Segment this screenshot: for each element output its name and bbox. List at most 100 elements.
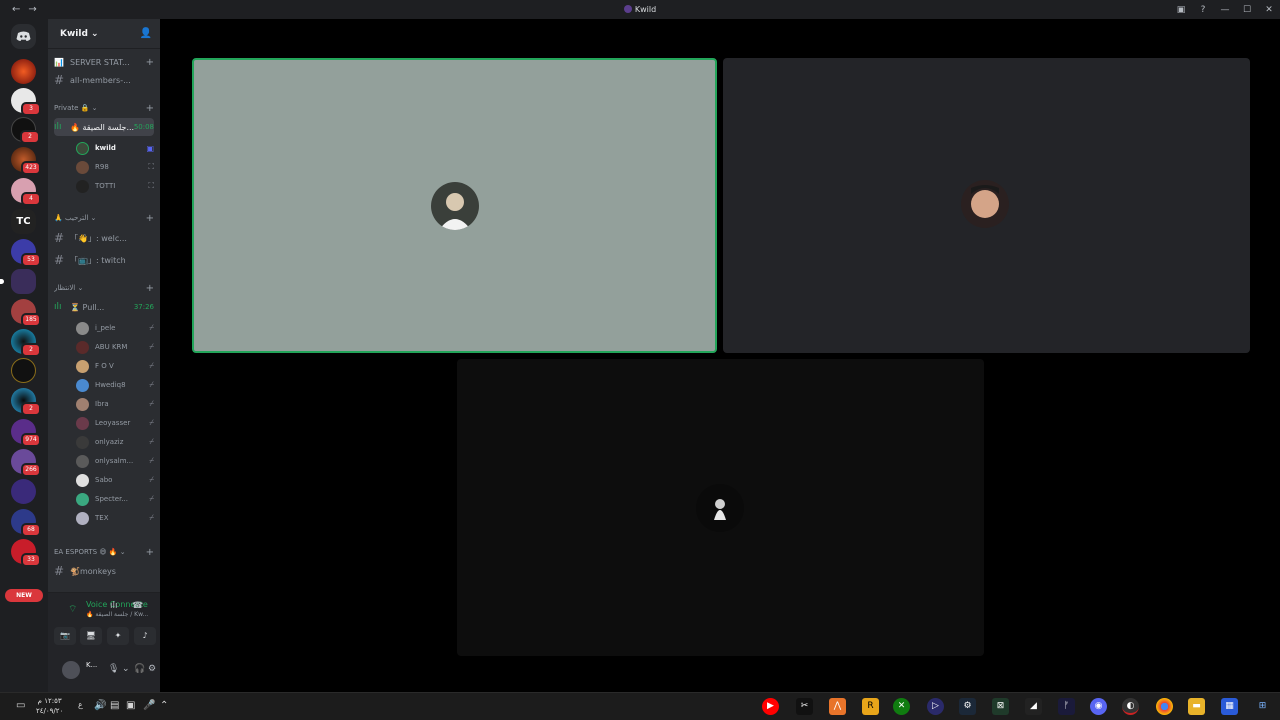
- app-icon[interactable]: ⋀: [829, 698, 846, 715]
- server-icon[interactable]: 2: [11, 388, 41, 416]
- server-icon[interactable]: 2: [11, 329, 41, 357]
- voice-member[interactable]: ABU KRM ⌿: [76, 338, 154, 356]
- server-icon[interactable]: 4: [11, 178, 41, 206]
- chevron-down-icon[interactable]: ⌄: [122, 664, 130, 674]
- signal-icon[interactable]: ⌔: [68, 603, 77, 616]
- inbox-icon[interactable]: ▣: [1170, 5, 1192, 15]
- voice-member[interactable]: Hwediq8 ⌿: [76, 376, 154, 394]
- server-icon[interactable]: 2: [11, 117, 40, 144]
- volume-icon[interactable]: 🔊: [94, 700, 106, 711]
- voice-member[interactable]: R98 ⛶: [76, 158, 154, 176]
- voice-member[interactable]: onlysalm... ⌿: [76, 452, 154, 470]
- back-icon[interactable]: ←: [12, 4, 20, 15]
- rockstar-icon[interactable]: R: [862, 698, 879, 715]
- close-button[interactable]: ✕: [1258, 5, 1280, 15]
- category-label: الانتظار ⌄: [54, 284, 84, 292]
- file-explorer-icon[interactable]: ▬: [1188, 698, 1205, 715]
- voice-channel-pull[interactable]: ılı ⏳ Pull... 37:26: [54, 298, 154, 316]
- xbox-icon[interactable]: ✕: [893, 698, 910, 715]
- server-icon[interactable]: 185: [11, 299, 41, 327]
- server-icon[interactable]: [11, 358, 36, 383]
- store-icon[interactable]: ▦: [1221, 698, 1238, 715]
- voice-member[interactable]: onlyaziz ⌿: [76, 433, 154, 451]
- maximize-button[interactable]: ☐: [1236, 5, 1258, 15]
- monkeys-channel[interactable]: # 🐒monkeys: [54, 562, 154, 580]
- capcut-icon[interactable]: ✂: [796, 698, 813, 715]
- user-name[interactable]: K...: [86, 661, 97, 669]
- app-icon[interactable]: ◢: [1025, 698, 1042, 715]
- participant-tile[interactable]: [457, 359, 984, 656]
- voice-member[interactable]: kwild ▣: [76, 139, 154, 157]
- participant-tile-speaking[interactable]: [192, 58, 717, 353]
- category-waiting[interactable]: الانتظار ⌄ +: [54, 279, 154, 297]
- activity-button[interactable]: ✦: [107, 627, 129, 645]
- xbox-app-icon[interactable]: ⊠: [992, 698, 1009, 715]
- all-members-channel[interactable]: # all-members-...: [54, 71, 154, 89]
- server-icon[interactable]: 266: [11, 449, 41, 477]
- gear-icon[interactable]: ⚙: [148, 664, 156, 674]
- avatar[interactable]: [62, 661, 80, 679]
- taskbar-clock[interactable]: ١٢:٥٣ م ٢٤/٠٩/٢٠: [36, 696, 63, 716]
- forward-icon[interactable]: →: [28, 4, 36, 15]
- discord-taskbar-icon[interactable]: ◉: [1090, 698, 1107, 715]
- chrome-icon[interactable]: [1156, 698, 1173, 715]
- server-stats-channel[interactable]: 📊 SERVER STAT... +: [54, 53, 154, 71]
- voice-channel-active[interactable]: ılı 🔥 جلسة الصيقة... 50:08: [54, 118, 154, 136]
- server-icon[interactable]: 3: [11, 88, 41, 116]
- plus-icon[interactable]: +: [146, 57, 154, 68]
- server-icon[interactable]: [11, 59, 36, 84]
- category-welcome[interactable]: 🙏 الترحيب ⌄ +: [54, 209, 154, 227]
- noise-suppression-icon[interactable]: ılı: [110, 601, 118, 611]
- participant-tile[interactable]: [723, 58, 1250, 353]
- server-icon[interactable]: 33: [11, 539, 41, 567]
- mic-icon[interactable]: 🎙: [108, 664, 119, 674]
- language-indicator[interactable]: ع: [78, 700, 83, 709]
- voice-member[interactable]: i_pele ⌿: [76, 319, 154, 337]
- voice-member[interactable]: Leoyasser ⌿: [76, 414, 154, 432]
- guild-header[interactable]: Kwild ⌄ 👤: [48, 19, 160, 49]
- server-icon[interactable]: [11, 479, 36, 504]
- server-icon[interactable]: TC: [11, 209, 36, 234]
- discord-home-icon[interactable]: [11, 24, 36, 49]
- windows-start-icon[interactable]: ⊞: [1254, 698, 1271, 715]
- plus-icon[interactable]: +: [146, 103, 154, 114]
- camera-button[interactable]: 📷: [54, 627, 76, 645]
- server-icon[interactable]: 68: [11, 509, 41, 537]
- plus-icon[interactable]: +: [146, 213, 154, 224]
- person-add-icon[interactable]: 👤: [140, 28, 152, 39]
- plus-icon[interactable]: +: [146, 283, 154, 294]
- server-icon[interactable]: [0, 269, 36, 294]
- voice-member[interactable]: Specter... ⌿: [76, 490, 154, 508]
- chevron-up-icon[interactable]: ⌃: [160, 700, 168, 711]
- category-ea-esports[interactable]: EA ESPORTS 😄 🔥 ⌄ +: [54, 543, 154, 561]
- plus-icon[interactable]: +: [146, 547, 154, 558]
- screen-share-button[interactable]: 🖥: [80, 627, 102, 645]
- notification-icon[interactable]: ▭: [16, 700, 25, 711]
- network-icon[interactable]: ▤: [110, 700, 119, 711]
- headphones-icon[interactable]: 🎧: [134, 664, 145, 674]
- voice-member[interactable]: F O V ⌿: [76, 357, 154, 375]
- voice-member[interactable]: Sabo ⌿: [76, 471, 154, 489]
- app-icon[interactable]: ᚠ: [1058, 698, 1075, 715]
- microphone-icon[interactable]: 🎤: [143, 700, 155, 711]
- server-icon[interactable]: 53: [11, 239, 41, 267]
- twitch-channel[interactable]: # 「📺」: twitch: [54, 251, 154, 269]
- disconnect-icon[interactable]: ☎: [132, 601, 143, 611]
- voice-member[interactable]: Ibra ⌿: [76, 395, 154, 413]
- youtube-icon[interactable]: ▶: [762, 698, 779, 715]
- app-active-icon[interactable]: ◐: [1122, 698, 1139, 715]
- display-icon[interactable]: ▣: [126, 700, 135, 711]
- voice-channel-path[interactable]: 🔥 جلسة الصيقة / Kw...: [86, 611, 148, 618]
- welcome-channel[interactable]: # 「👋」: welc...: [54, 229, 154, 247]
- help-icon[interactable]: ?: [1192, 5, 1214, 15]
- server-icon[interactable]: 423: [11, 147, 41, 175]
- steam-icon[interactable]: ⚙: [959, 698, 976, 715]
- new-servers-badge[interactable]: NEW: [5, 589, 43, 602]
- server-icon[interactable]: 974: [11, 419, 41, 447]
- media-player-icon[interactable]: ▷: [927, 698, 944, 715]
- minimize-button[interactable]: —: [1214, 5, 1236, 15]
- voice-member[interactable]: TEX ⌿: [76, 509, 154, 527]
- voice-member[interactable]: TOTTI ⛶: [76, 177, 154, 195]
- soundboard-button[interactable]: ♪: [134, 627, 156, 645]
- category-private[interactable]: Private 🔒 ⌄ +: [54, 99, 154, 117]
